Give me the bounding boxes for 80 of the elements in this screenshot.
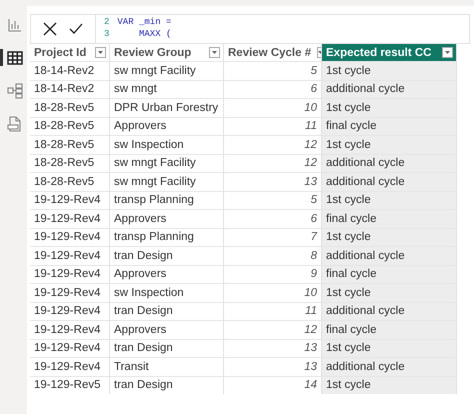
table-cell: 13 — [224, 172, 322, 191]
table-cell: sw mngt Facility — [110, 154, 224, 172]
table-cell: 1st cycle — [322, 136, 456, 154]
table-cell: 19-129-Rev4 — [30, 339, 110, 358]
table-cell: 11 — [224, 302, 322, 320]
table-cell: Approvers — [110, 320, 224, 339]
table-cell: 18-14-Rev2 — [30, 80, 110, 98]
column-header[interactable]: Review Cycle # — [228, 46, 312, 58]
table-cell: 12 — [224, 154, 322, 172]
table-cell: 5 — [224, 62, 322, 80]
table-cell: DPR Urban Forestry — [110, 98, 224, 117]
table-cell: 19-129-Rev4 — [30, 210, 110, 228]
table-cell: additional cycle — [322, 154, 456, 172]
formula-editor[interactable]: 2 VAR _min = 3 MAXX ( — [96, 15, 180, 43]
table-cell: 11 — [224, 117, 322, 136]
table-cell: 6 — [224, 210, 322, 228]
table-cell: final cycle — [322, 265, 456, 284]
table-cell: sw Inspection — [110, 284, 224, 302]
line-number: 3 — [104, 29, 110, 39]
table-cell: 19-129-Rev5 — [30, 376, 110, 394]
table-cell: 19-129-Rev4 — [30, 246, 110, 265]
table-cell: sw mngt Facility — [110, 172, 224, 191]
table-cell: sw Inspection — [110, 136, 224, 154]
code-line: VAR _min = — [117, 17, 172, 27]
table-cell: 13 — [224, 358, 322, 376]
table-cell: 19-129-Rev4 — [30, 228, 110, 246]
table-cell: 1st cycle — [322, 284, 456, 302]
table-cell: 1st cycle — [322, 376, 456, 394]
table-cell: additional cycle — [322, 172, 456, 191]
table-cell: 19-129-Rev4 — [30, 284, 110, 302]
code-line: MAXX ( — [138, 29, 172, 39]
table-cell: additional cycle — [322, 80, 456, 98]
table-cell: sw mngt Facility — [110, 62, 224, 80]
table-cell: 18-28-Rev5 — [30, 117, 110, 136]
table-cell: 1st cycle — [322, 62, 456, 80]
table-cell: 14 — [224, 376, 322, 394]
table-cell: 1st cycle — [322, 191, 456, 210]
table-cell: 18-28-Rev5 — [30, 98, 110, 117]
table-cell: 7 — [224, 228, 322, 246]
table-cell: 19-129-Rev4 — [30, 265, 110, 284]
table-cell: tran Design — [110, 339, 224, 358]
table-cell: 9 — [224, 265, 322, 284]
table-cell: tran Design — [110, 246, 224, 265]
table-cell: transp Planning — [110, 191, 224, 210]
table-cell: 19-129-Rev4 — [30, 320, 110, 339]
table-cell: 10 — [224, 284, 322, 302]
table-cell: final cycle — [322, 210, 456, 228]
table-cell: 1st cycle — [322, 228, 456, 246]
table-cell: 5 — [224, 191, 322, 210]
table-cell: Approvers — [110, 210, 224, 228]
table-cell: additional cycle — [322, 246, 456, 265]
table-cell: 1st cycle — [322, 98, 456, 117]
table-cell: 19-129-Rev4 — [30, 191, 110, 210]
table-cell: 6 — [224, 80, 322, 98]
table-cell: 19-129-Rev4 — [30, 302, 110, 320]
table-cell: additional cycle — [322, 358, 456, 376]
table-cell: 18-28-Rev5 — [30, 172, 110, 191]
table-cell: 19-129-Rev4 — [30, 358, 110, 376]
table-cell: 8 — [224, 246, 322, 265]
table-cell: 12 — [224, 320, 322, 339]
table-cell: 12 — [224, 136, 322, 154]
table-cell: 10 — [224, 98, 322, 117]
table-cell: Transit — [110, 358, 224, 376]
column-header[interactable]: Project Id — [34, 46, 86, 58]
table-cell: transp Planning — [110, 228, 224, 246]
table-cell: 18-14-Rev2 — [30, 62, 110, 80]
table-cell: tran Design — [110, 376, 224, 394]
table-cell: 18-28-Rev5 — [30, 136, 110, 154]
column-header[interactable]: Review Group — [114, 46, 192, 58]
table-cell: tran Design — [110, 302, 224, 320]
table-cell: final cycle — [322, 320, 456, 339]
table-cell: 13 — [224, 339, 322, 358]
table-cell: 1st cycle — [322, 339, 456, 358]
table-cell: Approvers — [110, 265, 224, 284]
table-cell: additional cycle — [322, 302, 456, 320]
table-cell: sw mngt — [110, 80, 224, 98]
line-number: 2 — [104, 17, 110, 27]
table-cell: 18-28-Rev5 — [30, 154, 110, 172]
table-cell: final cycle — [322, 117, 456, 136]
table-cell: Approvers — [110, 117, 224, 136]
